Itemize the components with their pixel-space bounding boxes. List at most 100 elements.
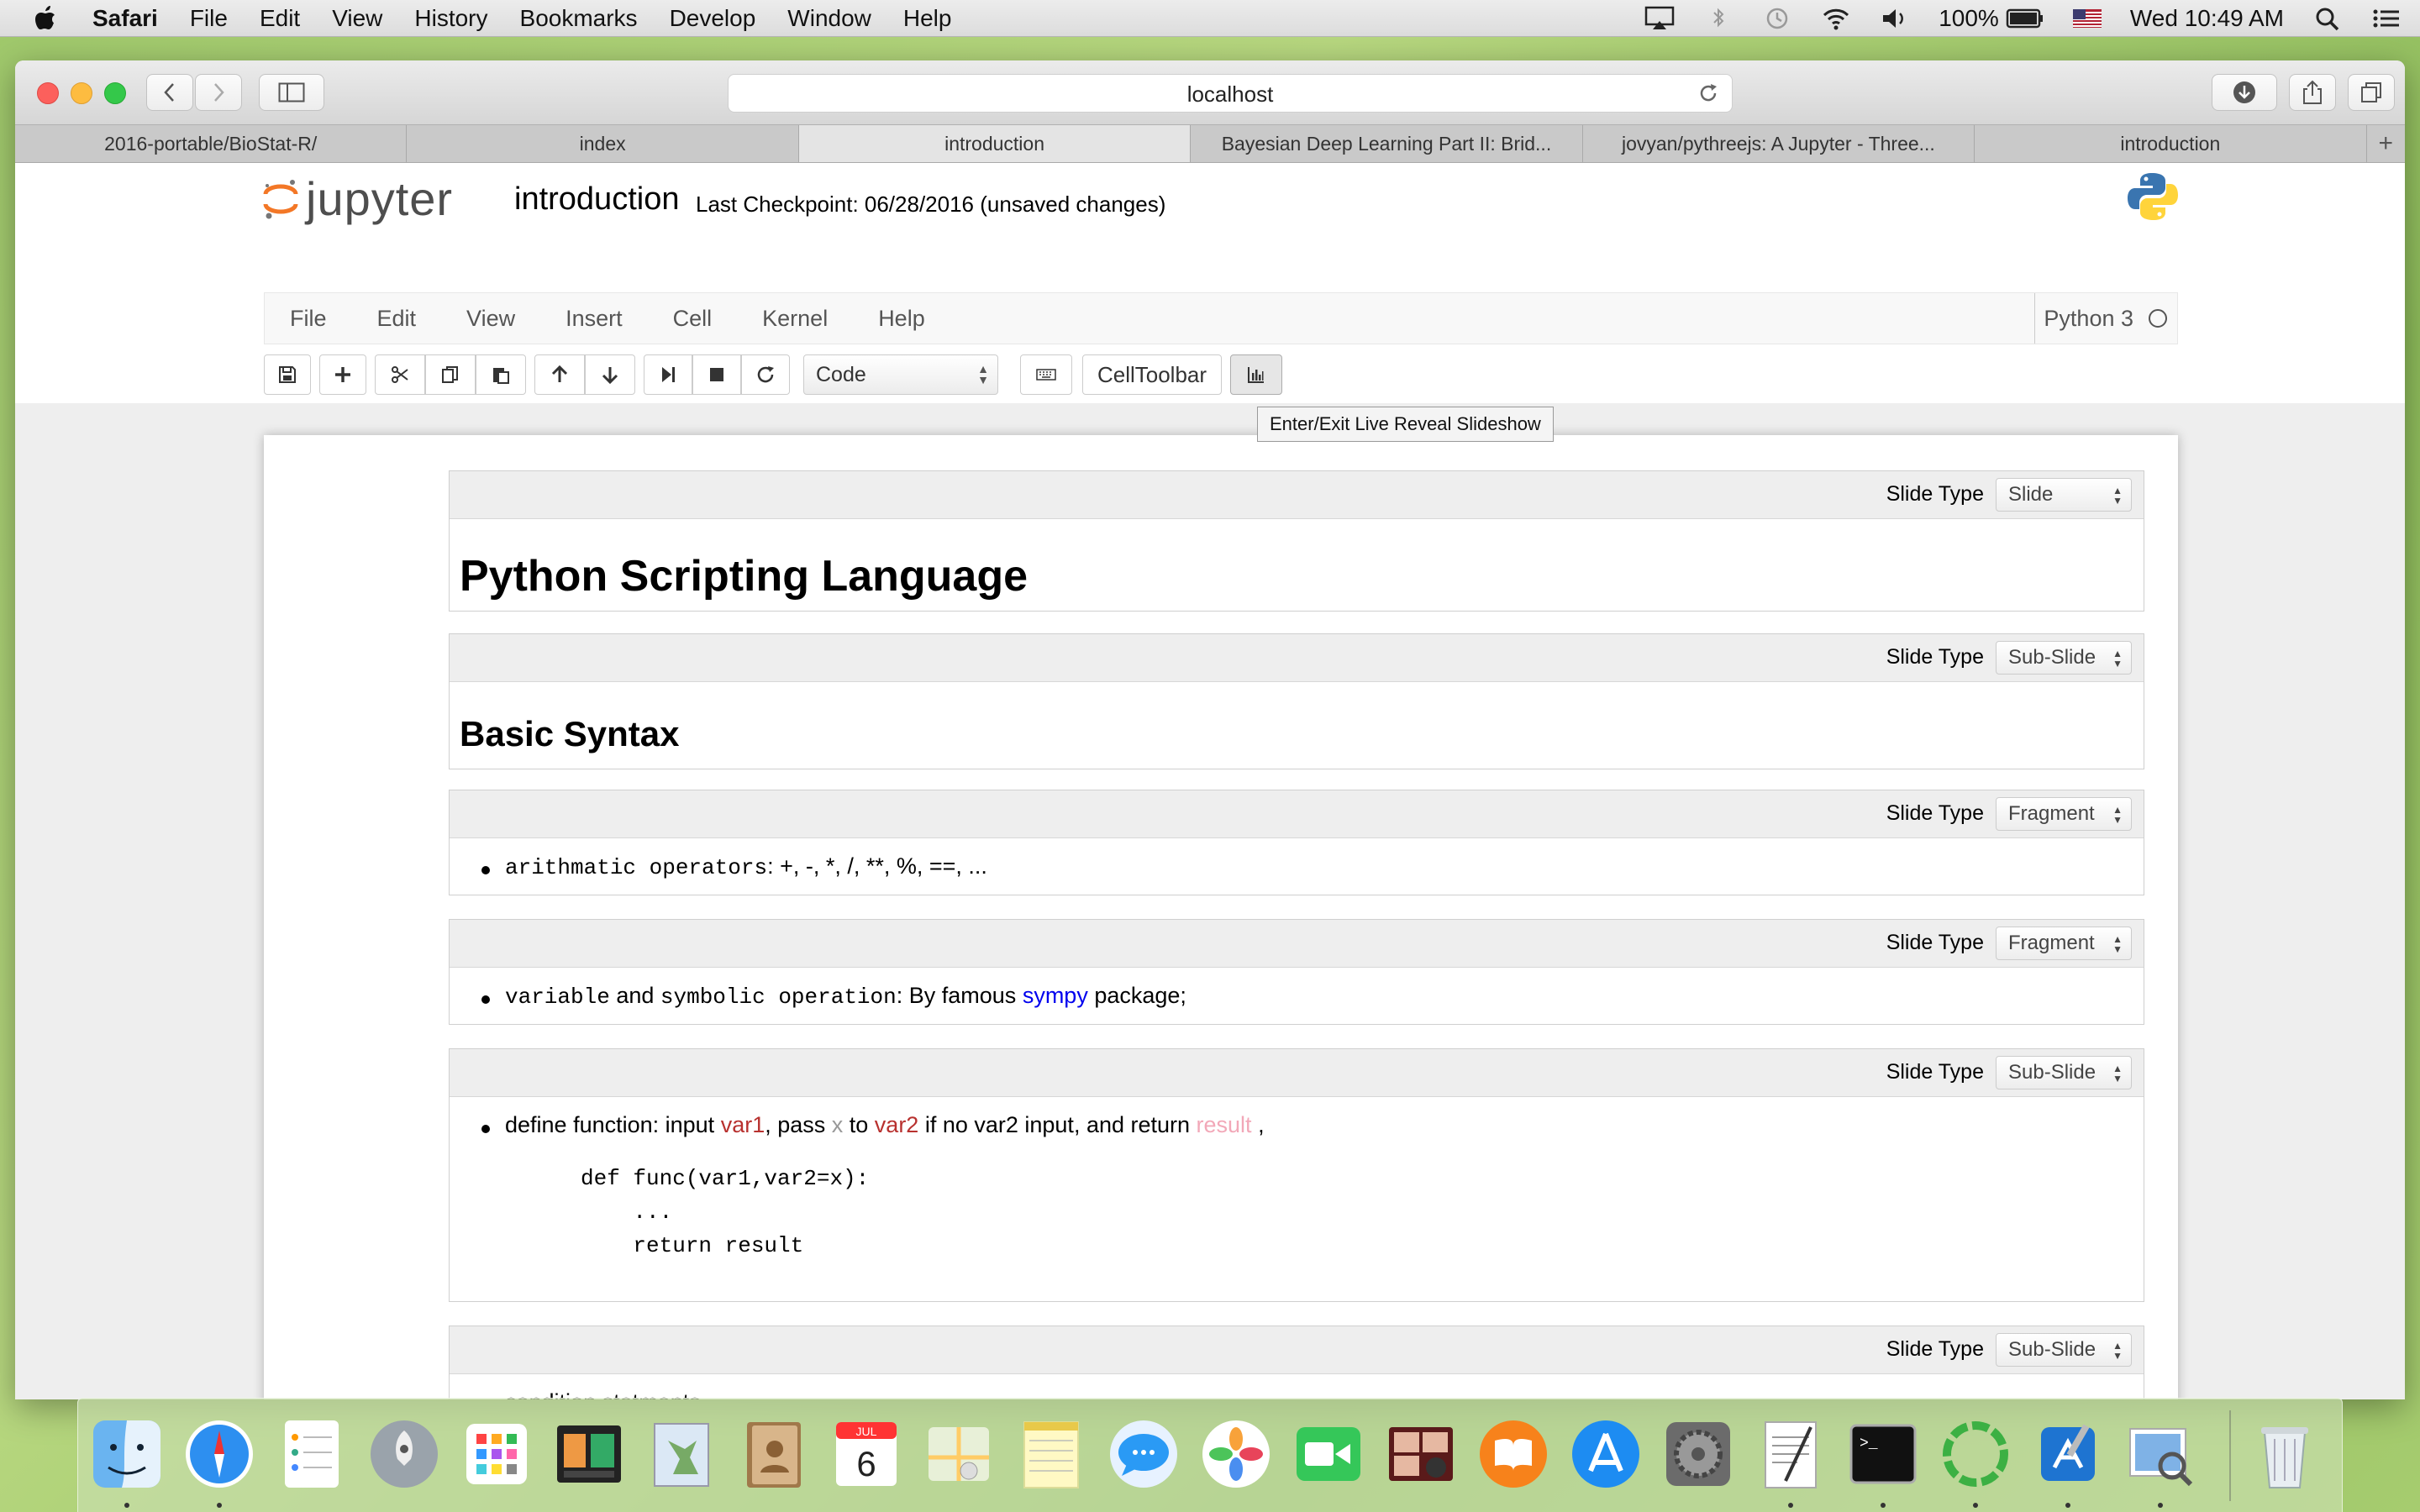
trash-icon[interactable] (2246, 1415, 2323, 1493)
nb-menu-help[interactable]: Help (878, 306, 925, 332)
paste-button[interactable] (476, 354, 526, 395)
move-up-button[interactable] (534, 354, 585, 395)
restart-kernel-button[interactable] (741, 354, 790, 395)
insert-cell-button[interactable] (319, 354, 366, 395)
slide-type-select[interactable]: Fragment ▲ ▼ (1996, 797, 2132, 831)
facetime-icon[interactable] (1290, 1415, 1367, 1493)
interrupt-kernel-button[interactable] (692, 354, 741, 395)
menu-bookmarks[interactable]: Bookmarks (520, 5, 638, 32)
photos-icon[interactable] (1197, 1415, 1275, 1493)
back-button[interactable] (146, 74, 193, 111)
menu-window[interactable]: Window (787, 5, 871, 32)
command-palette-button[interactable] (1020, 354, 1072, 395)
new-tab-button[interactable]: + (2367, 125, 2405, 162)
apple-logo-icon[interactable] (34, 5, 59, 32)
sidebar-button[interactable] (259, 74, 324, 111)
dock: JUL 6 >_ (77, 1398, 2343, 1512)
notification-center-icon[interactable] (2371, 6, 2402, 31)
reload-icon[interactable] (1697, 81, 1720, 105)
tab-bayesian[interactable]: Bayesian Deep Learning Part II: Brid... (1191, 125, 1583, 162)
ibooks-icon[interactable] (1475, 1415, 1552, 1493)
menu-file[interactable]: File (190, 5, 228, 32)
photo-booth-icon[interactable] (1382, 1415, 1460, 1493)
tabs-overview-button[interactable] (2348, 74, 2395, 111)
nb-menu-kernel[interactable]: Kernel (762, 306, 828, 332)
spotlight-search-icon[interactable] (2312, 6, 2343, 31)
dashboard-icon[interactable] (458, 1415, 535, 1493)
markdown-cell[interactable]: Slide Type Slide ▲ ▼ Python Scripting Lan… (449, 470, 2144, 612)
menu-history[interactable]: History (414, 5, 487, 32)
time-machine-icon[interactable] (1762, 6, 1792, 31)
forward-button[interactable] (195, 74, 242, 111)
markdown-cell[interactable]: Slide Type Sub-Slide ▲▼ condition statme… (449, 1326, 2144, 1399)
menu-view[interactable]: View (332, 5, 382, 32)
nb-menu-view[interactable]: View (466, 306, 515, 332)
nb-menu-file[interactable]: File (290, 306, 327, 332)
preview-icon[interactable] (2122, 1415, 2199, 1493)
finder-icon[interactable] (88, 1415, 166, 1493)
tab-index[interactable]: index (407, 125, 799, 162)
tab-introduction-active[interactable]: introduction (798, 125, 1192, 162)
markdown-cell[interactable]: Slide Type Sub-Slide ▲ ▼ define function:… (449, 1048, 2144, 1302)
sympy-link[interactable]: sympy (1023, 983, 1088, 1008)
menubar-clock[interactable]: Wed 10:49 AM (2130, 5, 2284, 32)
app-store-icon[interactable] (1567, 1415, 1644, 1493)
battery-icon[interactable] (2006, 6, 2044, 31)
us-flag-input-icon[interactable] (2072, 9, 2102, 28)
markdown-cell[interactable]: Slide Type Sub-Slide ▲ ▼ Basic Syntax (449, 633, 2144, 769)
copy-button[interactable] (425, 354, 476, 395)
list-item-text: , (1251, 1112, 1265, 1137)
downloads-button[interactable] (2212, 74, 2277, 111)
reminders-icon[interactable] (273, 1415, 350, 1493)
menu-develop[interactable]: Develop (670, 5, 756, 32)
safari-icon[interactable] (181, 1415, 258, 1493)
save-button[interactable] (264, 354, 311, 395)
slide-type-select[interactable]: Sub-Slide ▲ ▼ (1996, 1056, 2132, 1089)
menu-safari[interactable]: Safari (92, 5, 158, 32)
slide-type-select[interactable]: Sub-Slide ▲ ▼ (1996, 641, 2132, 675)
address-bar[interactable]: localhost (728, 74, 1733, 113)
slide-type-select[interactable]: Sub-Slide ▲ ▼ (1996, 1333, 2132, 1367)
cell-type-select[interactable]: Code ▲ ▼ (803, 354, 998, 395)
launchpad-icon[interactable] (366, 1415, 443, 1493)
run-cell-button[interactable] (644, 354, 692, 395)
menu-help[interactable]: Help (903, 5, 952, 32)
rise-slideshow-button[interactable] (1230, 354, 1282, 395)
slide-type-select[interactable]: Fragment ▲ ▼ (1996, 927, 2132, 960)
jupyter-logo[interactable]: jupyter (262, 171, 453, 226)
volume-icon[interactable] (1880, 6, 1910, 31)
nb-menu-edit[interactable]: Edit (377, 306, 417, 332)
notebook-name[interactable]: introduction (514, 181, 679, 218)
textedit-icon[interactable] (1752, 1415, 1829, 1493)
sync-icon[interactable] (1937, 1415, 2014, 1493)
tab-biostat[interactable]: 2016-portable/BioStat-R/ (15, 125, 408, 162)
maps-icon[interactable] (920, 1415, 997, 1493)
move-down-button[interactable] (585, 354, 635, 395)
celltoolbar-button[interactable]: CellToolbar (1082, 354, 1222, 395)
tab-pythreejs[interactable]: jovyan/pythreejs: A Jupyter - Three... (1583, 125, 1975, 162)
notes-icon[interactable] (1013, 1415, 1090, 1493)
tab-introduction-2[interactable]: introduction (1975, 125, 2367, 162)
window-zoom-button[interactable] (104, 82, 126, 104)
contacts-icon[interactable] (735, 1415, 813, 1493)
cut-button[interactable] (375, 354, 425, 395)
share-button[interactable] (2289, 74, 2336, 111)
markdown-cell[interactable]: Slide Type Fragment ▲ ▼ arithmatic operat… (449, 790, 2144, 895)
markdown-cell[interactable]: Slide Type Fragment ▲ ▼ variable and symb… (449, 919, 2144, 1025)
menu-edit[interactable]: Edit (260, 5, 300, 32)
photo-booth-icon[interactable] (550, 1415, 628, 1493)
preview-bird-icon[interactable] (643, 1415, 720, 1493)
airplay-icon[interactable] (1644, 6, 1675, 31)
nb-menu-insert[interactable]: Insert (566, 306, 623, 332)
messages-icon[interactable] (1105, 1415, 1182, 1493)
slide-type-select[interactable]: Slide ▲ ▼ (1996, 478, 2132, 512)
calendar-icon[interactable]: JUL 6 (828, 1415, 905, 1493)
xcode-icon[interactable] (2029, 1415, 2107, 1493)
system-preferences-icon[interactable] (1660, 1415, 1737, 1493)
terminal-icon[interactable]: >_ (1844, 1415, 1922, 1493)
nb-menu-cell[interactable]: Cell (673, 306, 713, 332)
window-minimize-button[interactable] (71, 82, 92, 104)
window-close-button[interactable] (37, 82, 59, 104)
bluetooth-icon[interactable] (1703, 6, 1733, 31)
wifi-icon[interactable] (1821, 6, 1851, 31)
